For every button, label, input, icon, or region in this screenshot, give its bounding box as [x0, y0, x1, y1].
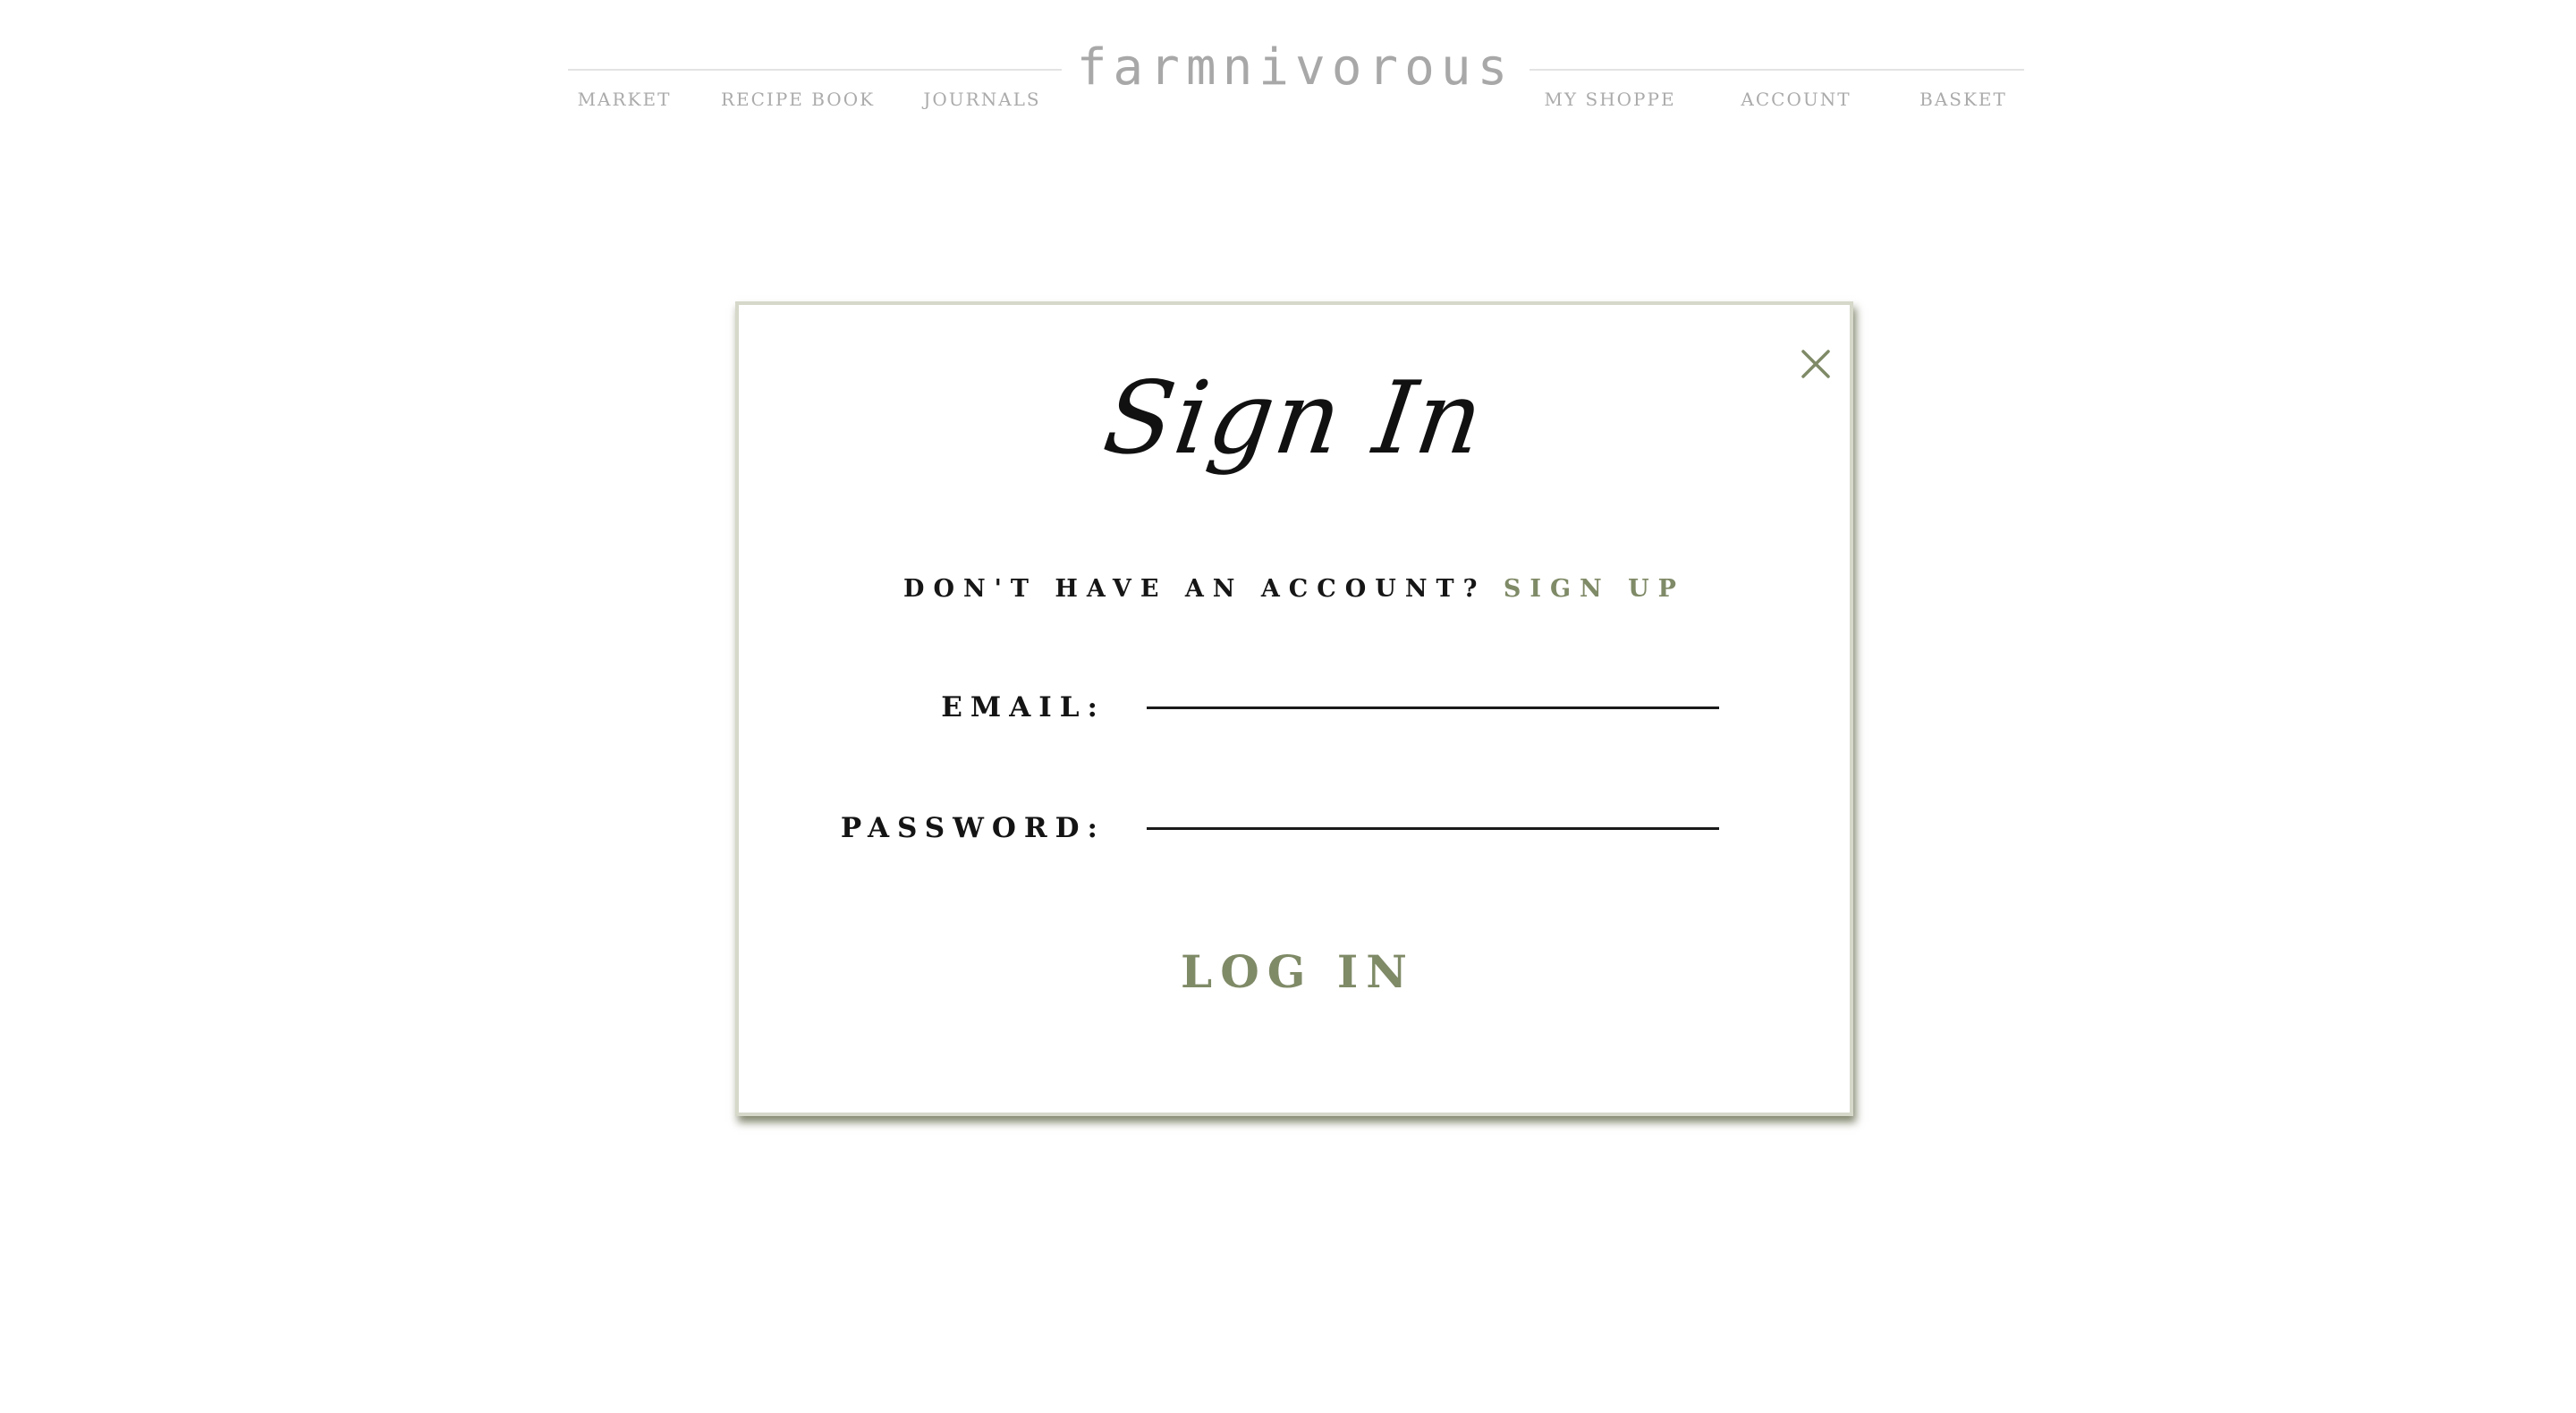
nav-item-journals[interactable]: JOURNALS [921, 88, 1043, 111]
log-in-button[interactable]: LOG IN [1141, 945, 1454, 999]
password-label: PASSWORD: [840, 812, 1106, 844]
nav-item-my-shoppe[interactable]: MY SHOPPE [1538, 88, 1682, 111]
password-field[interactable] [1147, 785, 1719, 830]
email-field[interactable] [1147, 664, 1719, 709]
modal-title: Sign In [1097, 360, 1492, 477]
nav-item-account[interactable]: ACCOUNT [1739, 88, 1853, 111]
nav-item-basket[interactable]: BASKET [1914, 88, 2012, 111]
nav-item-recipe-book[interactable]: RECIPE BOOK [717, 88, 878, 111]
signup-link[interactable]: SIGN UP [1504, 575, 1685, 603]
email-label: EMAIL: [941, 691, 1106, 723]
page: farmnivorous MARKET RECIPE BOOK JOURNALS… [0, 0, 2576, 1413]
header-divider-left [568, 69, 1062, 71]
header-divider-right [1530, 69, 2024, 71]
signup-prompt: DON'T HAVE AN ACCOUNT? [903, 575, 1504, 603]
sign-in-modal: Sign In DON'T HAVE AN ACCOUNT? SIGN UP E… [735, 301, 1853, 1116]
nav-item-market[interactable]: MARKET [572, 88, 676, 111]
site-logo[interactable]: farmnivorous [1061, 34, 1530, 102]
signup-row: DON'T HAVE AN ACCOUNT? SIGN UP [739, 573, 1850, 605]
